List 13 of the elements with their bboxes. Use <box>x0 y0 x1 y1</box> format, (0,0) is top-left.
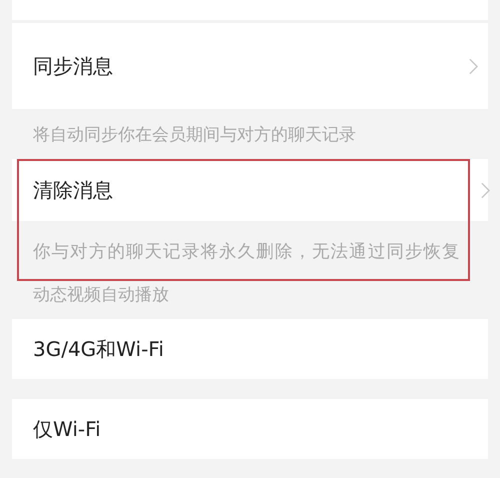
setting-description: 你与对方的聊天记录将永久删除，无法通过同步恢复 <box>33 241 461 263</box>
setting-description: 将自动同步你在会员期间与对方的聊天记录 <box>33 124 356 146</box>
setting-row[interactable]: 同步消息 <box>12 23 488 109</box>
setting-row[interactable]: 清除消息 <box>12 159 488 221</box>
option-label: 3G/4G和Wi-Fi <box>33 336 164 362</box>
option-row[interactable]: 仅Wi-Fi <box>12 399 488 459</box>
chevron-right-icon <box>481 182 490 198</box>
setting-label: 同步消息 <box>33 52 113 80</box>
option-row[interactable]: 3G/4G和Wi-Fi <box>12 319 488 379</box>
chevron-right-icon <box>469 58 478 74</box>
section-header: 动态视频自动播放 <box>33 284 169 306</box>
option-label: 仅Wi-Fi <box>33 416 101 442</box>
setting-label: 清除消息 <box>33 176 113 204</box>
